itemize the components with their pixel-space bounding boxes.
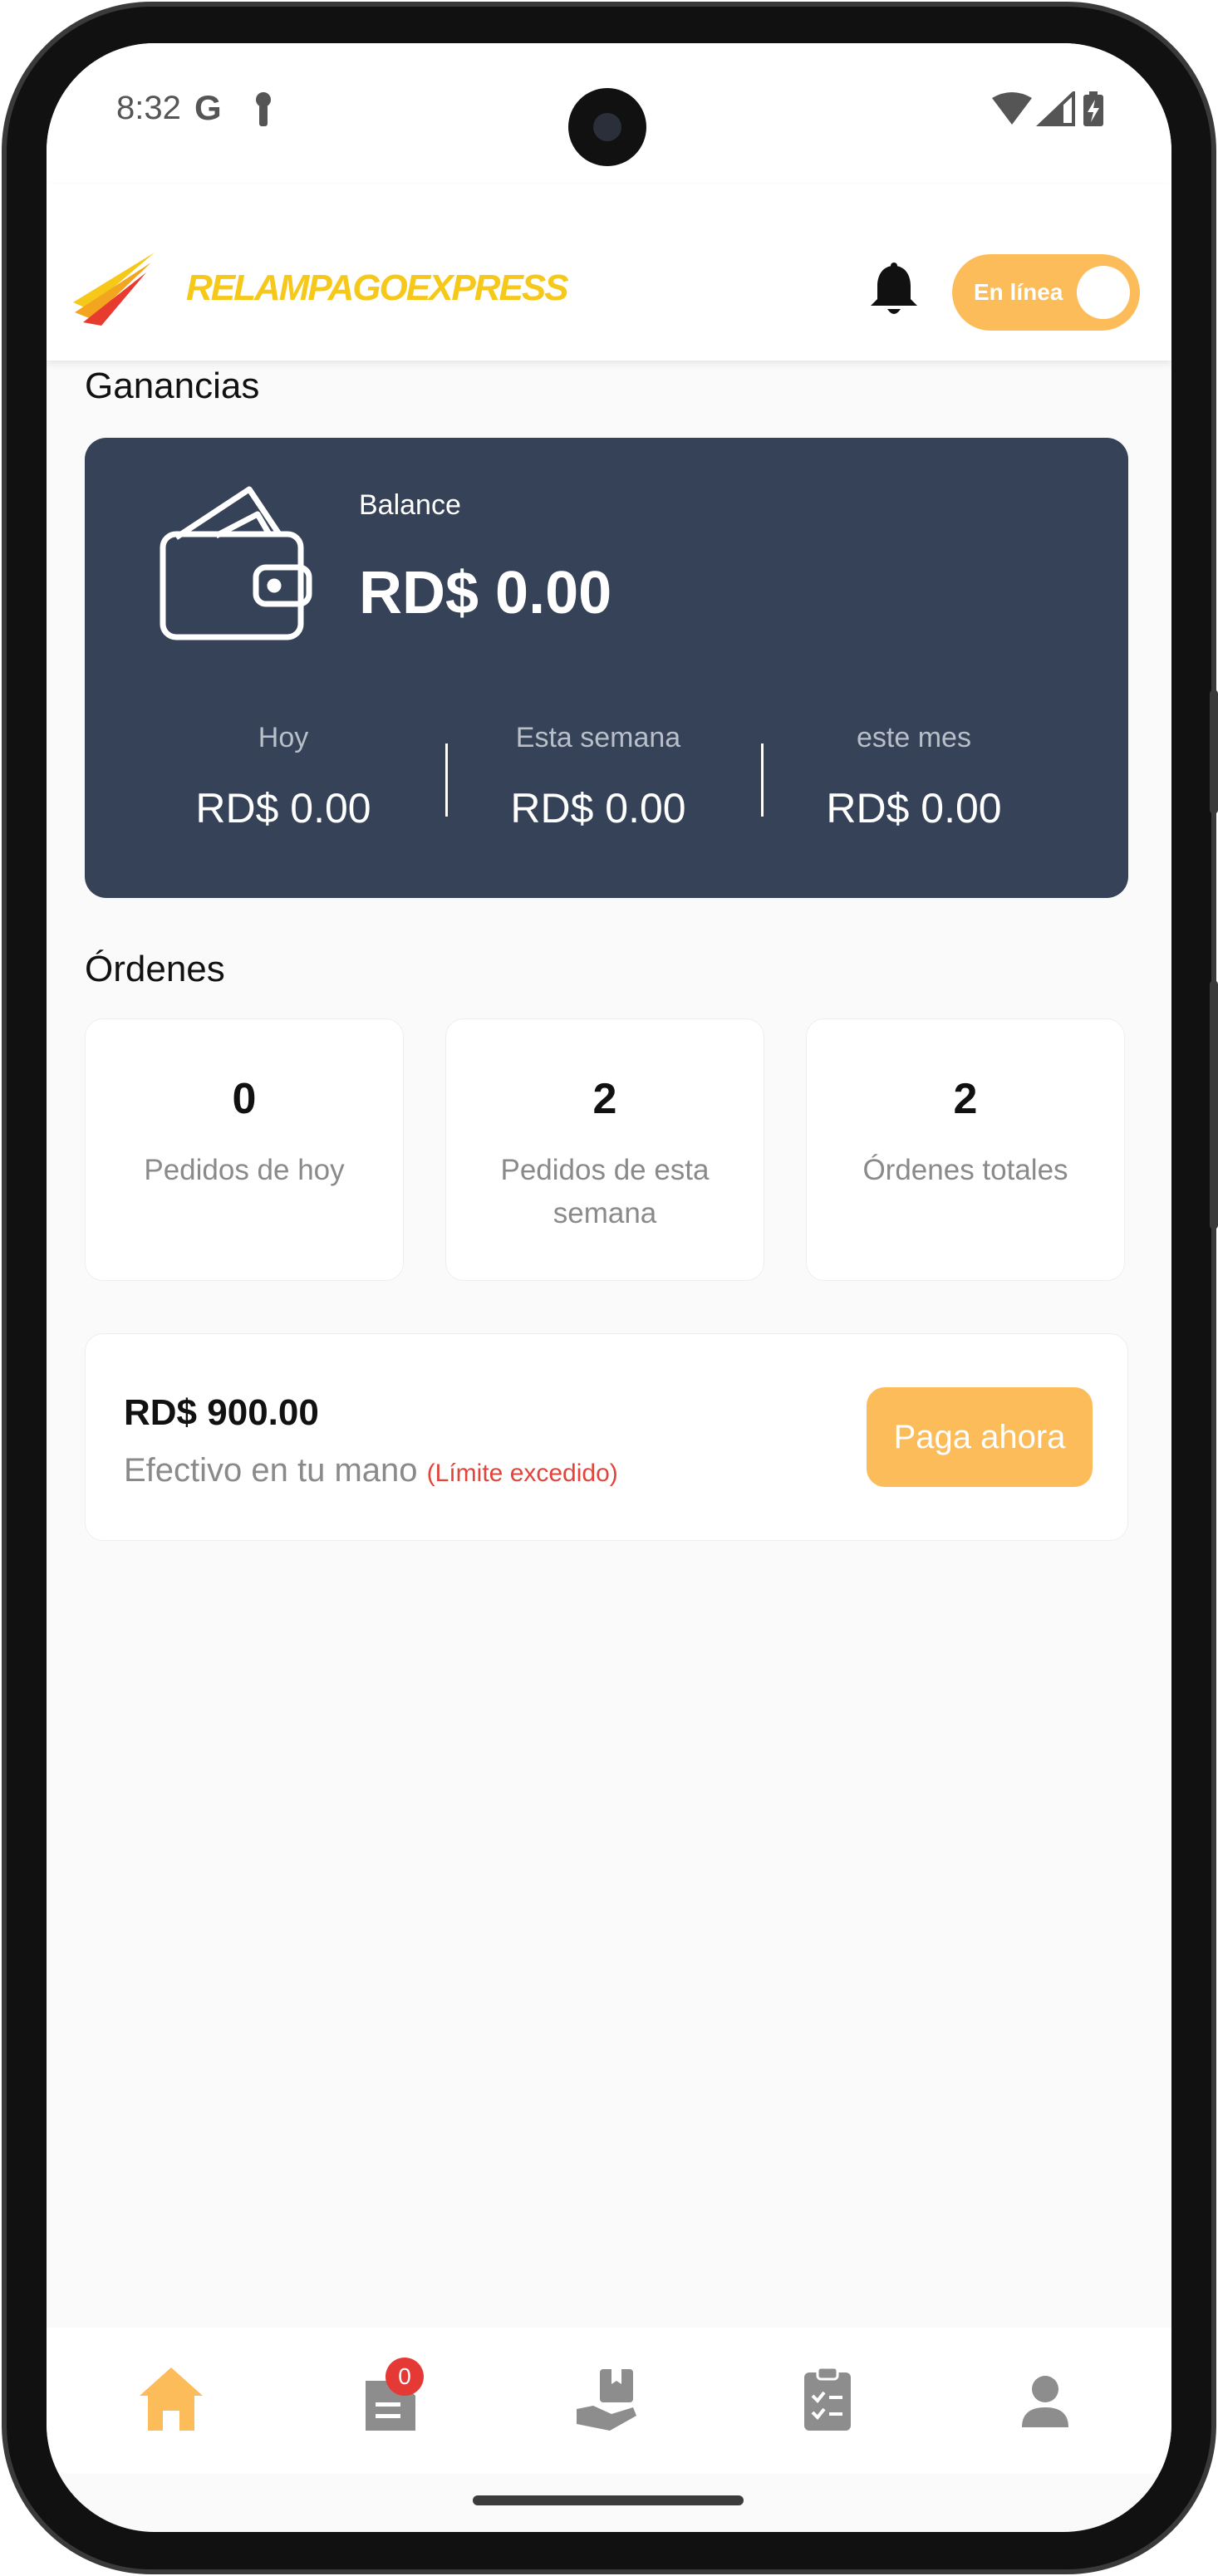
front-camera: [568, 88, 646, 166]
status-icons: [992, 91, 1103, 126]
period-value: RD$ 0.00: [510, 785, 686, 832]
balance-label: Balance: [359, 489, 461, 521]
orders-today-card[interactable]: 0 Pedidos de hoy: [85, 1018, 404, 1281]
order-label: Pedidos de hoy: [144, 1154, 345, 1186]
period-label: Hoy: [258, 722, 309, 753]
brand-name: RELAMPAGOEXPRESS: [186, 267, 569, 308]
order-count: 2: [953, 1075, 978, 1123]
orders-week-card[interactable]: 2 Pedidos de esta semana: [445, 1018, 764, 1281]
orders-total-card[interactable]: 2 Órdenes totales: [806, 1018, 1125, 1281]
notification-bell-icon[interactable]: [869, 263, 919, 317]
period-label: este mes: [857, 722, 971, 753]
pay-now-button[interactable]: Paga ahora: [867, 1387, 1093, 1487]
status-time: 8:32: [116, 90, 181, 126]
key-icon: [256, 92, 271, 126]
toggle-knob: [1077, 266, 1130, 319]
orders-badge: 0: [386, 2358, 424, 2396]
balance-card: Balance RD$ 0.00 Hoy RD$ 0.00 Esta seman…: [85, 438, 1128, 898]
app-screen: 8:32 G RELAMPAGOEXPRESS En línea Gananci…: [47, 43, 1171, 2532]
period-value: RD$ 0.00: [195, 785, 371, 832]
order-count: 0: [232, 1075, 257, 1123]
bottom-nav: 0: [47, 2328, 1171, 2474]
order-count: 2: [592, 1075, 617, 1123]
app-header: RELAMPAGOEXPRESS En línea: [47, 184, 1171, 361]
order-label: Pedidos de esta semana: [500, 1154, 710, 1229]
period-value: RD$ 0.00: [826, 785, 1002, 832]
cash-label: Efectivo en tu mano: [124, 1452, 418, 1489]
online-toggle-label: En línea: [974, 279, 1063, 305]
period-label: Esta semana: [515, 722, 681, 753]
period-this-month: este mes RD$ 0.00: [756, 722, 1072, 832]
orders-title: Órdenes: [85, 949, 225, 989]
volume-button: [1210, 980, 1218, 1229]
cash-in-hand-card: RD$ 900.00 Efectivo en tu mano (Límite e…: [85, 1333, 1128, 1541]
order-label: Órdenes totales: [862, 1154, 1068, 1186]
battery-charging-icon: [1083, 91, 1103, 126]
delivery-hand-icon[interactable]: [575, 2364, 641, 2434]
balance-value: RD$ 0.00: [359, 560, 612, 626]
limit-exceeded-warning: (Límite excedido): [426, 1460, 618, 1487]
wifi-icon: [992, 92, 1032, 125]
clipboard-check-icon[interactable]: [794, 2364, 861, 2434]
home-icon[interactable]: [138, 2364, 204, 2434]
profile-icon[interactable]: [1012, 2364, 1078, 2434]
period-this-week: Esta semana RD$ 0.00: [440, 722, 756, 832]
cash-amount: RD$ 900.00: [124, 1392, 319, 1433]
lightning-logo-icon: [73, 253, 155, 326]
status-bar: 8:32 G: [47, 43, 1171, 184]
wallet-icon: [160, 486, 312, 640]
google-icon: G: [194, 88, 222, 127]
period-today: Hoy RD$ 0.00: [125, 722, 441, 832]
power-button: [1210, 689, 1218, 814]
online-toggle[interactable]: En línea: [952, 254, 1140, 331]
cash-label-row: Efectivo en tu mano (Límite excedido): [124, 1452, 618, 1489]
earnings-title: Ganancias: [85, 366, 260, 406]
home-indicator[interactable]: [473, 2495, 744, 2505]
